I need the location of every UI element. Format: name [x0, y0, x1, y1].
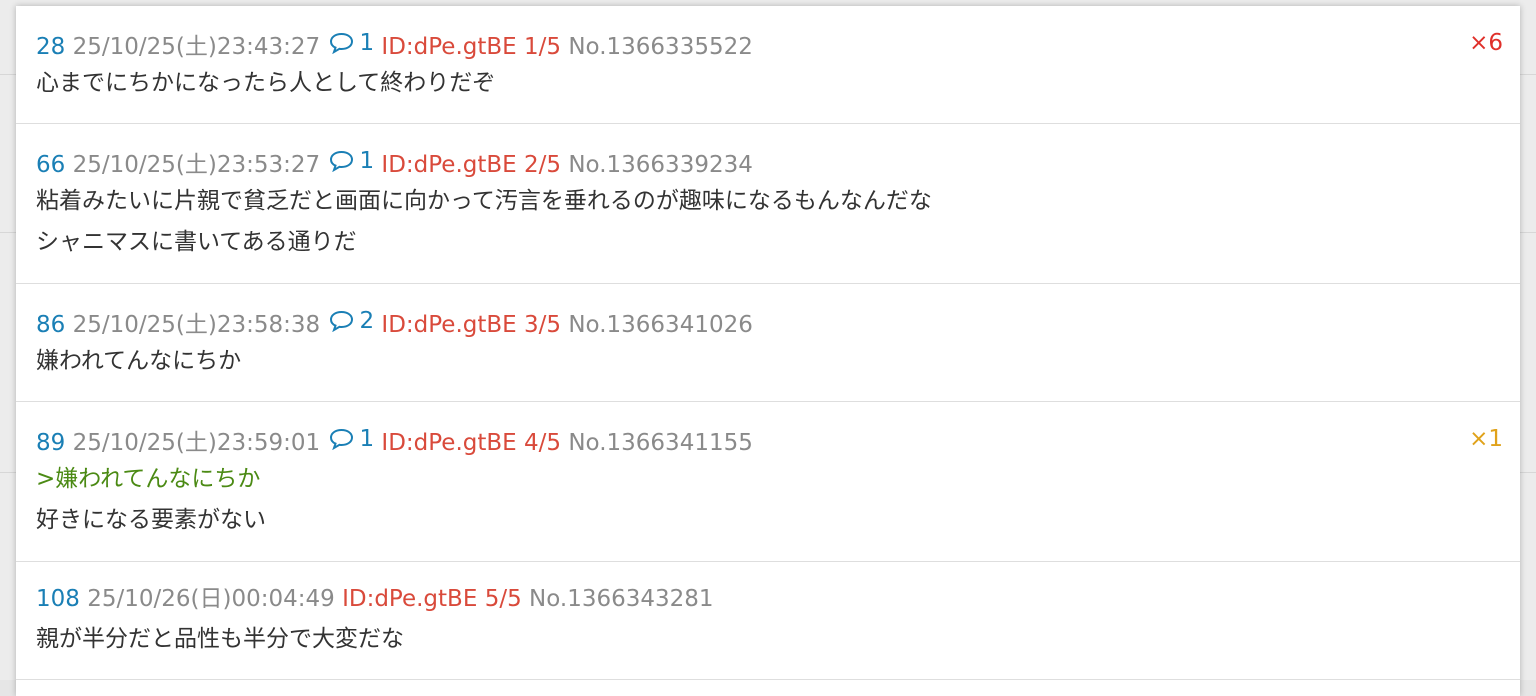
- quoted-line[interactable]: >嫌われてんなにちか: [36, 464, 260, 494]
- poster-id[interactable]: ID:dPe.gtBE: [381, 312, 516, 338]
- post-header: 66 25/10/25(土)23:53:27 1 ID:dPe.gtBE 2/5…: [36, 146, 753, 180]
- reply-count-link[interactable]: 1: [327, 424, 374, 454]
- poster-id[interactable]: ID:dPe.gtBE: [381, 34, 516, 60]
- reply-count: 1: [359, 426, 375, 452]
- poster-id-count: 2/5: [524, 152, 562, 178]
- quote-count-badge[interactable]: ×1: [1469, 424, 1503, 454]
- post-no[interactable]: No.1366343281: [529, 586, 714, 612]
- post-item: 28 25/10/25(土)23:43:27 1 ID:dPe.gtBE 1/5…: [16, 6, 1520, 124]
- post-item: 86 25/10/25(土)23:58:38 2 ID:dPe.gtBE 3/5…: [16, 284, 1520, 402]
- reply-count: 2: [359, 308, 375, 334]
- poster-id-count: 4/5: [524, 430, 562, 456]
- reply-count-link[interactable]: 1: [327, 28, 374, 58]
- post-body-line: 好きになる要素がない: [36, 507, 266, 533]
- post-body-line: 嫌われてんなにちか: [36, 348, 242, 374]
- post-header: 108 25/10/26(日)00:04:49 ID:dPe.gtBE 5/5 …: [36, 584, 714, 614]
- post-item: 66 25/10/25(土)23:53:27 1 ID:dPe.gtBE 2/5…: [16, 124, 1520, 284]
- post-no[interactable]: No.1366341155: [568, 430, 753, 456]
- post-body-line: 心までにちかになったら人として終わりだぞ: [36, 70, 496, 96]
- post-body-line: シャニマスに書いてある通りだ: [36, 229, 357, 255]
- post-body-line: 粘着みたいに片親で貧乏だと画面に向かって汚言を垂れるのが趣味になるもんなんだな: [36, 188, 932, 214]
- post-no[interactable]: No.1366339234: [568, 152, 753, 178]
- post-number[interactable]: 28: [36, 34, 65, 60]
- speech-bubble-icon: [330, 32, 354, 54]
- post-item: 108 25/10/26(日)00:04:49 ID:dPe.gtBE 5/5 …: [16, 562, 1520, 680]
- post-number[interactable]: 108: [36, 586, 80, 612]
- post-date: 25/10/25(土)23:58:38: [72, 312, 321, 338]
- reply-count-link[interactable]: 1: [327, 146, 374, 176]
- post-date: 25/10/25(土)23:53:27: [72, 152, 321, 178]
- id-posts-popup: 28 25/10/25(土)23:43:27 1 ID:dPe.gtBE 1/5…: [16, 6, 1520, 696]
- post-date: 25/10/25(土)23:59:01: [72, 430, 321, 456]
- quote-count-badge[interactable]: ×6: [1469, 28, 1503, 58]
- speech-bubble-icon: [330, 310, 354, 332]
- post-body-line: 親が半分だと品性も半分で大変だな: [36, 626, 404, 652]
- speech-bubble-icon: [330, 150, 354, 172]
- post-no[interactable]: No.1366341026: [568, 312, 753, 338]
- poster-id-count: 1/5: [524, 34, 562, 60]
- post-header: 89 25/10/25(土)23:59:01 1 ID:dPe.gtBE 4/5…: [36, 424, 753, 458]
- post-number[interactable]: 86: [36, 312, 65, 338]
- poster-id-count: 5/5: [484, 586, 522, 612]
- post-item: 89 25/10/25(土)23:59:01 1 ID:dPe.gtBE 4/5…: [16, 402, 1520, 562]
- reply-count-link[interactable]: 2: [327, 306, 374, 336]
- post-header: 86 25/10/25(土)23:58:38 2 ID:dPe.gtBE 3/5…: [36, 306, 753, 340]
- poster-id[interactable]: ID:dPe.gtBE: [381, 152, 516, 178]
- post-no[interactable]: No.1366335522: [568, 34, 753, 60]
- post-date: 25/10/25(土)23:43:27: [72, 34, 321, 60]
- post-number[interactable]: 89: [36, 430, 65, 456]
- reply-count: 1: [359, 30, 375, 56]
- post-date: 25/10/26(日)00:04:49: [87, 586, 335, 612]
- poster-id[interactable]: ID:dPe.gtBE: [342, 586, 477, 612]
- post-number[interactable]: 66: [36, 152, 65, 178]
- reply-count: 1: [359, 148, 375, 174]
- post-header: 28 25/10/25(土)23:43:27 1 ID:dPe.gtBE 1/5…: [36, 28, 753, 62]
- poster-id-count: 3/5: [524, 312, 562, 338]
- poster-id[interactable]: ID:dPe.gtBE: [381, 430, 516, 456]
- speech-bubble-icon: [330, 428, 354, 450]
